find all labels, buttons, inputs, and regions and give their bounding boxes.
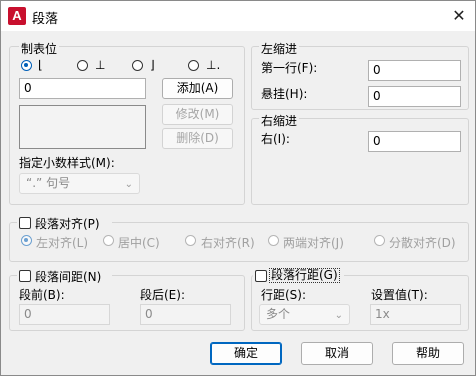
- line-spacing-label: 段落行距(G): [269, 268, 340, 283]
- align-justify-label: 两端对齐(J): [283, 236, 344, 250]
- decimal-style-value: “.” 句号: [26, 176, 71, 190]
- setting-value-label: 设置值(T):: [371, 288, 428, 302]
- align-distribute-label: 分散对齐(D): [389, 236, 456, 250]
- line-spacing-select[interactable]: 多个 ⌄: [259, 304, 350, 325]
- delete-tab-button[interactable]: 删除(D): [162, 128, 233, 149]
- modify-tab-label: 修改(M): [175, 107, 220, 121]
- align-left-label: 左对齐(L): [36, 236, 89, 250]
- tab-center-radio[interactable]: [77, 60, 88, 71]
- chevron-down-icon: ⌄: [334, 310, 343, 321]
- right-tab-icon: ⌋: [150, 58, 155, 72]
- decimal-style-label: 指定小数样式(M):: [19, 156, 115, 170]
- center-tab-icon: ⊥: [95, 58, 106, 72]
- setting-value-input[interactable]: 1x: [370, 304, 461, 325]
- delete-tab-label: 删除(D): [176, 131, 219, 145]
- app-icon: A: [8, 7, 26, 25]
- add-tab-label: 添加(A): [176, 81, 219, 95]
- tab-right-radio[interactable]: [132, 60, 143, 71]
- ok-label: 确定: [233, 346, 258, 360]
- alignment-label: 段落对齐(P): [35, 217, 100, 231]
- align-distribute-radio[interactable]: [374, 235, 385, 246]
- cancel-label: 取消: [324, 346, 349, 360]
- align-center-label: 居中(C): [118, 236, 160, 250]
- align-right-radio[interactable]: [185, 235, 196, 246]
- add-tab-button[interactable]: 添加(A): [162, 78, 233, 99]
- left-tab-icon: ⌊: [38, 58, 43, 72]
- line-spacing-type-label: 行距(S):: [261, 288, 307, 302]
- space-before-label: 段前(B):: [19, 288, 65, 302]
- line-spacing-checkbox[interactable]: [255, 270, 267, 282]
- align-justify-radio[interactable]: [268, 235, 279, 246]
- right-indent-heading: 右缩进: [259, 112, 300, 129]
- chevron-down-icon: ⌄: [124, 179, 133, 190]
- first-line-label: 第一行(F):: [261, 61, 318, 75]
- tab-left-radio[interactable]: [21, 60, 32, 71]
- decimal-style-select[interactable]: “.” 句号 ⌄: [19, 173, 140, 194]
- tab-stops-heading: 制表位: [19, 40, 60, 57]
- spacing-checkbox[interactable]: [19, 270, 31, 282]
- align-left-radio[interactable]: [21, 235, 32, 246]
- paragraph-dialog: A 段落 ✕ 制表位 ⌊ ⊥ ⌋ ⊥. 0 添加(A) 修改(M) 删除(D) …: [0, 0, 476, 376]
- modify-tab-button[interactable]: 修改(M): [162, 104, 233, 125]
- line-spacing-checkbox-row[interactable]: 段落行距(G): [253, 268, 344, 284]
- align-center-radio[interactable]: [103, 235, 114, 246]
- title-bar: A 段落 ✕: [1, 1, 475, 31]
- space-after-input[interactable]: 0: [140, 304, 231, 325]
- decimal-tab-icon: ⊥.: [206, 58, 221, 72]
- help-label: 帮助: [415, 346, 440, 360]
- alignment-checkbox-row[interactable]: 段落对齐(P): [17, 215, 112, 231]
- hanging-input[interactable]: 0: [368, 86, 461, 107]
- close-icon[interactable]: ✕: [449, 6, 469, 26]
- spacing-label: 段落间距(N): [35, 270, 102, 284]
- space-after-label: 段后(E):: [140, 288, 185, 302]
- right-indent-input[interactable]: 0: [368, 131, 461, 152]
- first-line-input[interactable]: 0: [368, 60, 461, 81]
- spacing-checkbox-row[interactable]: 段落间距(N): [17, 268, 112, 284]
- help-button[interactable]: 帮助: [392, 342, 464, 365]
- align-right-label: 右对齐(R): [201, 236, 255, 250]
- space-before-input[interactable]: 0: [19, 304, 110, 325]
- ok-button[interactable]: 确定: [210, 342, 282, 365]
- cancel-button[interactable]: 取消: [301, 342, 373, 365]
- tab-stops-list[interactable]: [19, 105, 146, 149]
- tab-decimal-radio[interactable]: [188, 60, 199, 71]
- left-indent-heading: 左缩进: [259, 40, 300, 57]
- tab-stop-input[interactable]: 0: [19, 78, 146, 99]
- window-title: 段落: [32, 12, 59, 27]
- hanging-label: 悬挂(H):: [261, 87, 308, 101]
- right-label: 右(I):: [261, 132, 290, 146]
- alignment-checkbox[interactable]: [19, 217, 31, 229]
- line-spacing-value: 多个: [266, 307, 291, 321]
